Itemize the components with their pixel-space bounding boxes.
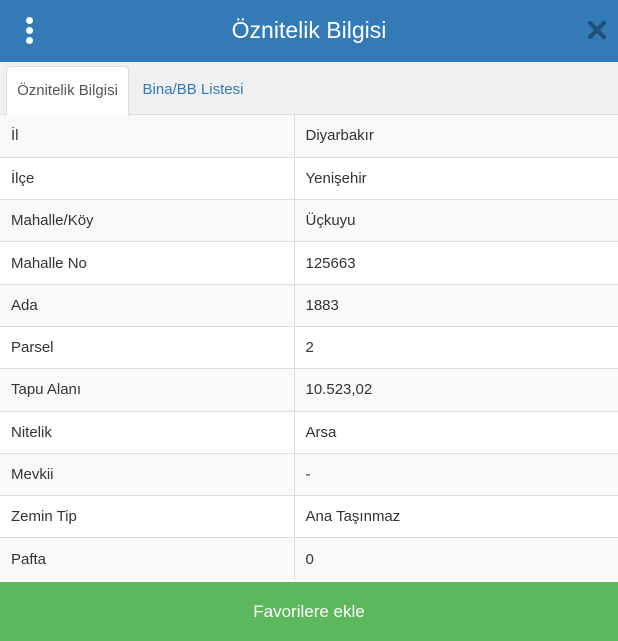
attribute-table: İl Diyarbakır İlçe Yenişehir Mahalle/Köy Üçku…	[0, 115, 618, 581]
attribute-value: 0	[294, 537, 618, 581]
table-row: İlçe Yenişehir	[0, 156, 618, 200]
table-row: Pafta 0	[0, 537, 618, 581]
attribute-value: 1883	[294, 283, 618, 327]
attribute-value: -	[294, 452, 618, 496]
dialog-title: Öznitelik Bilgisi	[231, 17, 387, 43]
tab-attribute-info[interactable]: Öznitelik Bilgisi	[6, 66, 129, 116]
attribute-value: Ana Taşınmaz	[294, 495, 618, 538]
tab-building-list[interactable]: Bina/BB Listesi	[130, 66, 256, 115]
table-row: Zemin Tip Ana Taşınmaz	[0, 495, 618, 538]
attribute-label: Mevkii	[0, 452, 295, 496]
table-row: Mahalle/Köy Üçkuyu	[0, 199, 618, 242]
dialog-header: Öznitelik Bilgisi	[0, 0, 618, 62]
vertical-ellipsis-icon[interactable]	[22, 17, 38, 45]
attribute-label: Parsel	[0, 325, 295, 369]
attribute-label: Pafta	[0, 537, 295, 581]
attribute-label: Ada	[0, 283, 295, 327]
attribute-label: Mahalle No	[0, 241, 295, 285]
attribute-value: 125663	[294, 241, 618, 285]
attribute-value: 10.523,02	[294, 368, 618, 412]
table-row: Tapu Alanı 10.523,02	[0, 368, 618, 412]
close-icon[interactable]	[586, 18, 608, 42]
attribute-label: Mahalle/Köy	[0, 199, 295, 242]
table-row: Parsel 2	[0, 325, 618, 369]
table-row: Mahalle No 125663	[0, 241, 618, 285]
tab-bar: Öznitelik Bilgisi Bina/BB Listesi	[0, 62, 618, 116]
attribute-label: İlçe	[0, 156, 295, 200]
attribute-label: İl	[0, 115, 295, 158]
attribute-label: Tapu Alanı	[0, 368, 295, 412]
attribute-value: Arsa	[294, 410, 618, 454]
attribute-value: Diyarbakır	[294, 115, 618, 158]
attribute-label: Zemin Tip	[0, 495, 295, 538]
attribute-value: Yenişehir	[294, 156, 618, 200]
table-row: İl Diyarbakır	[0, 115, 618, 158]
add-to-favorites-button[interactable]: Favorilere ekle	[0, 582, 618, 641]
table-row: Ada 1883	[0, 283, 618, 327]
attribute-value: Üçkuyu	[294, 199, 618, 242]
table-row: Mevkii -	[0, 452, 618, 496]
attribute-value: 2	[294, 325, 618, 369]
attribute-label: Nitelik	[0, 410, 295, 454]
table-row: Nitelik Arsa	[0, 410, 618, 454]
